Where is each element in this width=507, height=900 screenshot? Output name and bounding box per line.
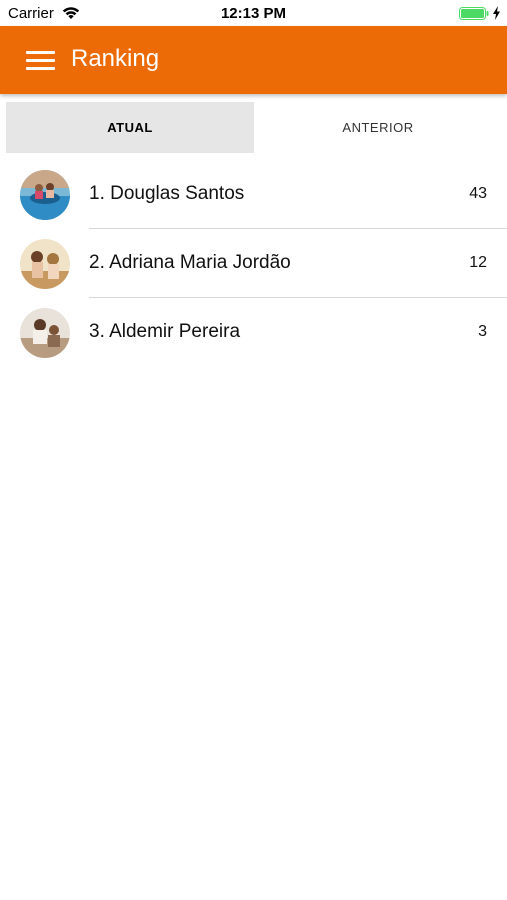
avatar — [20, 170, 70, 220]
status-time: 12:13 PM — [220, 5, 287, 22]
ranking-name: 1. Douglas Santos — [89, 183, 245, 204]
ranking-score: 3 — [478, 323, 487, 340]
charging-bolt-icon — [493, 6, 500, 20]
avatar — [20, 239, 70, 289]
ranking-score: 43 — [469, 185, 487, 202]
ranking-list: 1. Douglas Santos 43 2. Adriana Maria Jo… — [0, 160, 507, 367]
hamburger-menu-icon[interactable] — [26, 49, 55, 71]
ranking-name: 3. Aldemir Pereira — [89, 321, 241, 342]
tab-anterior[interactable]: ANTERIOR — [254, 102, 502, 153]
tab-atual[interactable]: ATUAL — [6, 102, 254, 153]
avatar — [20, 308, 70, 358]
battery-charging-icon — [459, 7, 489, 20]
list-item[interactable]: 3. Aldemir Pereira 3 — [0, 298, 507, 367]
status-bar: Carrier 12:13 PM — [0, 0, 507, 26]
list-item[interactable]: 2. Adriana Maria Jordão 12 — [0, 229, 507, 298]
list-item[interactable]: 1. Douglas Santos 43 — [0, 160, 507, 229]
ranking-score: 12 — [469, 254, 487, 271]
page-title: Ranking — [71, 45, 160, 72]
app-bar: Ranking — [0, 26, 507, 94]
ranking-name: 2. Adriana Maria Jordão — [89, 252, 291, 273]
tab-bar: ATUAL ANTERIOR — [6, 102, 502, 153]
